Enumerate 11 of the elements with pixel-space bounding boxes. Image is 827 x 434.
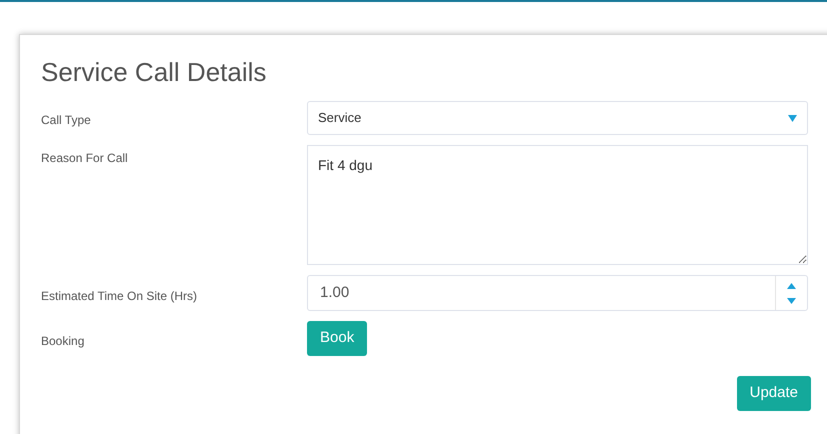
- dropdown-caret-icon: [788, 114, 797, 122]
- reason-text-area[interactable]: Fit 4 dgu: [307, 145, 808, 265]
- call-type-dropdown[interactable]: Service: [307, 101, 808, 135]
- field-label: Booking: [41, 333, 86, 350]
- hours-number-field[interactable]: 1.00: [307, 275, 808, 311]
- field-label: Estimated Time On Site (Hrs): [41, 288, 198, 305]
- decrement-arrow-icon[interactable]: [787, 298, 796, 304]
- increment-arrow-icon[interactable]: [787, 282, 796, 288]
- field-label: Reason For Call: [41, 150, 129, 167]
- field-label: Call Type: [41, 112, 92, 129]
- form-title: Service Call Details: [41, 56, 266, 89]
